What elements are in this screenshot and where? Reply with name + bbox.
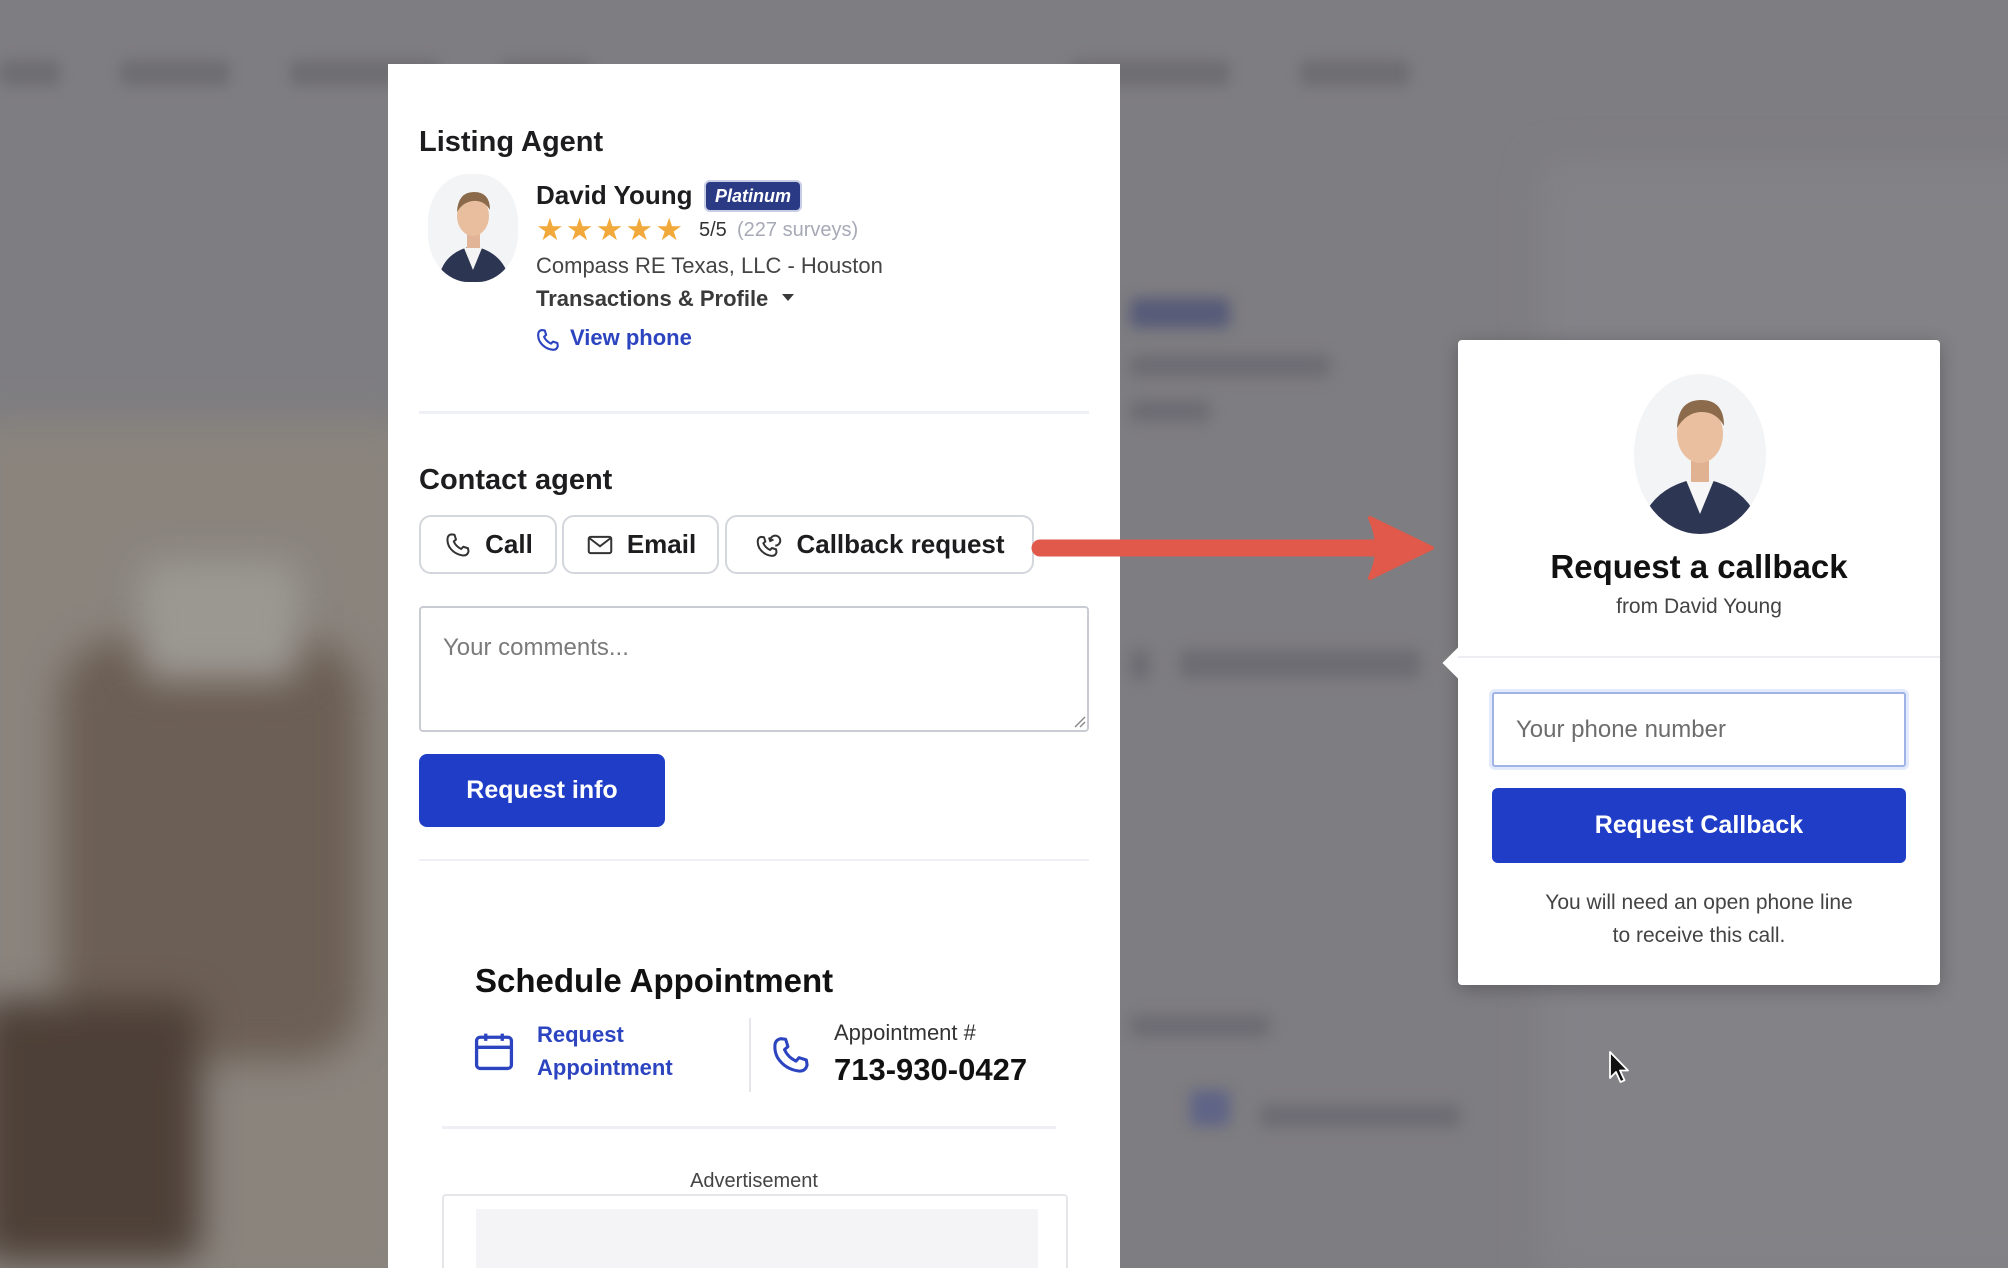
appointment-number-label: Appointment # [834,1020,976,1045]
schedule-appointment-heading: Schedule Appointment [475,962,834,999]
phone-icon [446,532,470,556]
background-text [1180,650,1420,678]
background-photo-detail [140,560,300,680]
popup-divider [1458,656,1940,658]
view-phone-link[interactable]: View phone [570,325,692,351]
background-text [1130,650,1150,680]
call-tab[interactable]: Call [419,515,557,574]
callback-request-tab-label: Callback request [796,529,1005,559]
star-icon: ★ [625,212,654,248]
phone-icon[interactable] [534,326,562,354]
section-divider [419,859,1089,861]
email-tab[interactable]: Email [562,515,719,574]
phone-number-input[interactable] [1492,692,1906,767]
callback-popup: Request a callback from David Young Requ… [1442,340,1940,985]
request-appointment-line2: Appointment [537,1055,673,1080]
callback-note-line1: You will need an open phone line [1545,891,1853,914]
rating-score: 5/5 [699,219,727,241]
platinum-badge: Platinum [706,182,801,210]
section-divider [419,411,1089,414]
comments-field[interactable] [419,606,1089,732]
resize-grip-icon[interactable] [1072,714,1086,728]
envelope-icon [587,535,613,554]
star-icon: ★ [565,212,594,248]
request-info-button[interactable]: Request info [419,754,665,827]
agent-company: Compass RE Texas, LLC - Houston [536,253,883,278]
agent-photo-icon [428,174,518,282]
request-appointment-line1: Request [537,1022,624,1047]
callback-note-line2: to receive this call. [1612,924,1786,947]
background-photo-detail [0,1000,200,1260]
callback-note: You will need an open phone line to rece… [1458,886,1940,952]
request-appointment-link[interactable]: Request Appointment [537,1018,673,1084]
background-text [1130,355,1330,377]
agent-photo-icon [1634,374,1766,534]
mouse-cursor-icon [1609,1051,1629,1083]
email-tab-label: Email [626,529,697,559]
transactions-profile-toggle[interactable]: Transactions & Profile [536,286,768,312]
listing-agent-heading: Listing Agent [419,126,604,158]
calendar-icon[interactable] [472,1028,516,1074]
section-divider [442,1126,1056,1129]
contact-agent-heading: Contact agent [419,464,613,496]
star-icon: ★ [595,212,624,248]
survey-count[interactable]: (227 surveys) [737,219,858,242]
background-text [1130,1015,1270,1037]
phone-icon [773,1037,809,1073]
background-text [1130,400,1210,422]
agent-avatar[interactable] [428,174,518,282]
star-icon: ★ [536,212,564,248]
background-text [1130,298,1230,328]
callback-request-tab[interactable]: Callback request [725,515,1034,574]
background-photo-detail [60,640,360,1060]
agent-name[interactable]: David Young [536,180,693,211]
callback-popup-title: Request a callback [1550,548,1848,585]
background-text [1260,1105,1460,1127]
callback-popup-subtitle: from David Young [1616,595,1782,618]
background-text [1190,1090,1230,1126]
star-icon: ★ [655,212,683,248]
star-rating: ★ ★ ★ ★ ★ [536,214,683,246]
caret-down-icon[interactable] [782,294,794,301]
popup-agent-avatar [1634,374,1766,534]
advertisement-slot[interactable] [476,1209,1038,1268]
callback-phone-icon [757,534,782,557]
annotation-arrow-icon [1031,516,1434,580]
request-callback-button[interactable]: Request Callback [1492,788,1906,863]
agent-contact-panel: Listing Agent David Young Platinum ★ ★ ★… [388,64,1120,1268]
call-tab-label: Call [485,529,533,559]
advertisement-label: Advertisement [690,1170,818,1192]
appointment-phone-number[interactable]: 713-930-0427 [834,1052,1027,1088]
vertical-divider [749,1018,751,1092]
